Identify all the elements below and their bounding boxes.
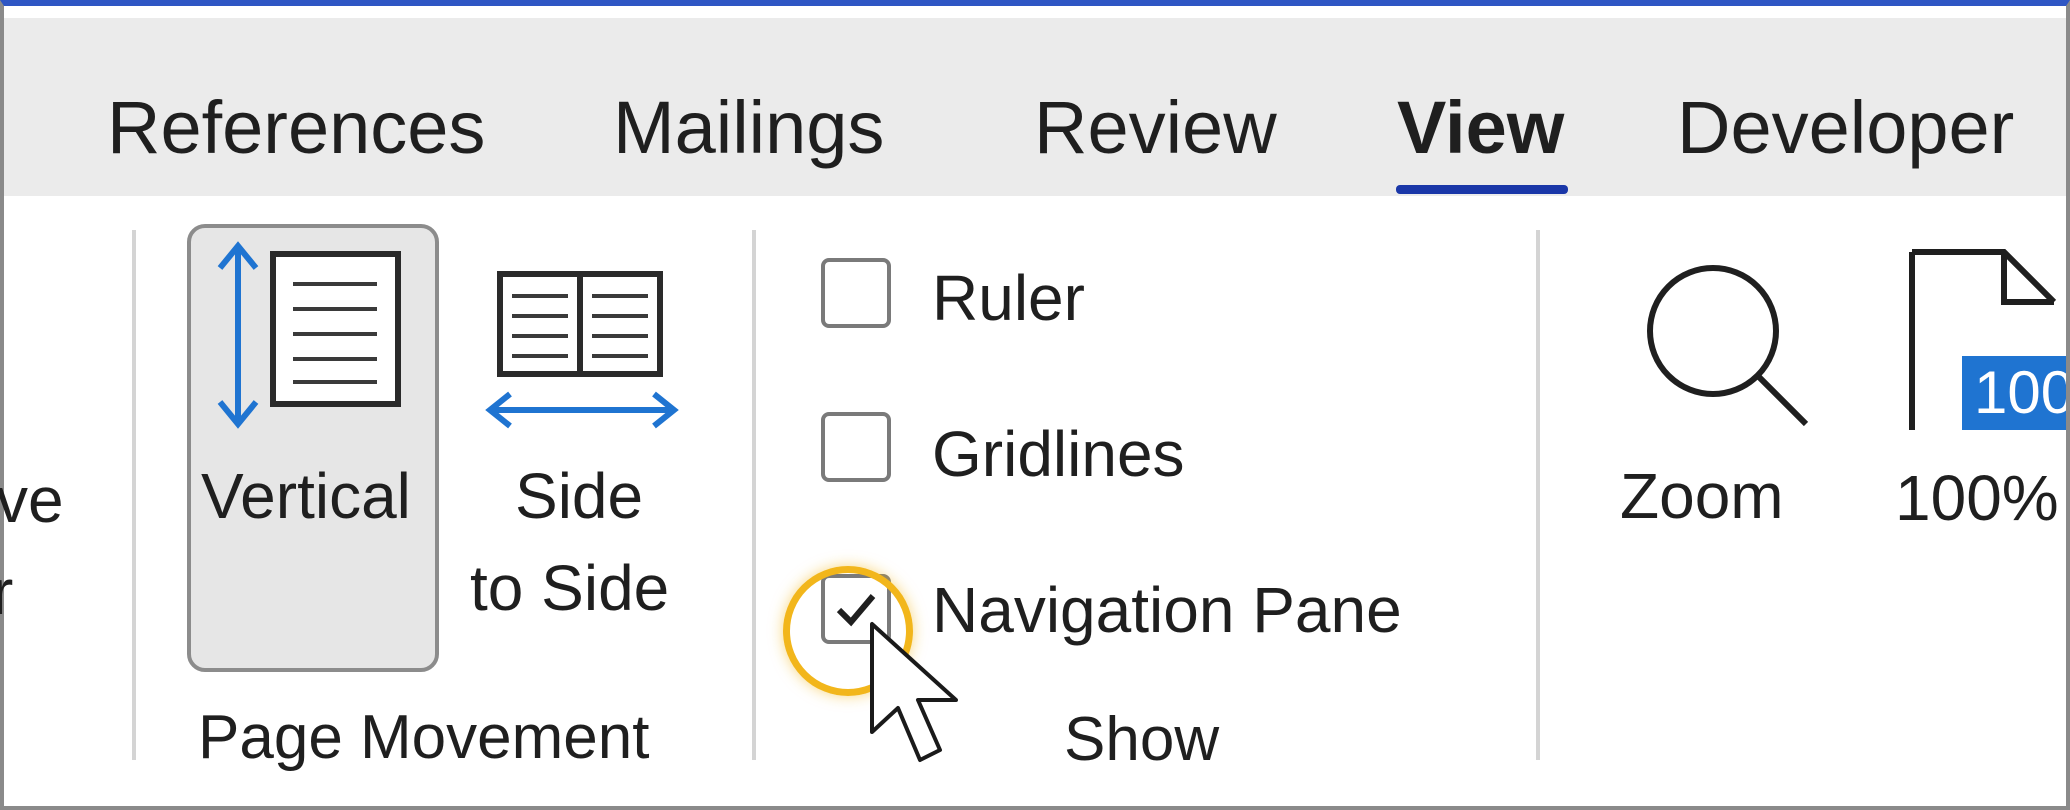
zoom-label: Zoom	[1620, 460, 1784, 532]
vertical-page-icon	[217, 241, 401, 429]
zoom-100-badge: 100	[1962, 356, 2066, 430]
side-to-side-pages-icon	[485, 271, 679, 429]
active-tab-underline	[1396, 185, 1568, 194]
zoom-button[interactable]: Zoom	[1600, 230, 1840, 550]
vertical-label: Vertical	[201, 460, 411, 532]
gridlines-checkbox[interactable]	[821, 412, 891, 482]
tab-developer[interactable]: Developer	[1677, 88, 2014, 168]
side-to-side-button[interactable]: Side to Side	[470, 224, 710, 644]
side-label-line2: to Side	[470, 552, 670, 624]
group-separator	[132, 230, 136, 760]
tab-review[interactable]: Review	[1034, 88, 1277, 168]
partial-left-label-2: r	[0, 556, 14, 628]
vertical-page-movement-button[interactable]: Vertical	[187, 224, 439, 672]
side-label-line1: Side	[515, 460, 644, 532]
group-separator	[752, 230, 756, 760]
tab-mailings[interactable]: Mailings	[613, 88, 884, 168]
ruler-checkbox[interactable]	[821, 258, 891, 328]
mouse-cursor-icon	[870, 622, 958, 762]
tab-view[interactable]: View	[1397, 88, 1564, 168]
page-movement-group-label: Page Movement	[198, 703, 650, 772]
ruler-label[interactable]: Ruler	[932, 262, 1085, 334]
magnifier-icon	[1647, 265, 1809, 427]
partial-left-label[interactable]: ve	[0, 464, 64, 536]
group-separator	[1536, 230, 1540, 760]
navigation-pane-label[interactable]: Navigation Pane	[932, 574, 1402, 646]
zoom-100-label: 100%	[1895, 462, 2059, 534]
gridlines-label[interactable]: Gridlines	[932, 418, 1185, 490]
ribbon-tab-bar: References Mailings Review View Develope…	[4, 18, 2066, 196]
tab-references[interactable]: References	[107, 88, 485, 168]
show-group-label: Show	[1064, 705, 1220, 774]
